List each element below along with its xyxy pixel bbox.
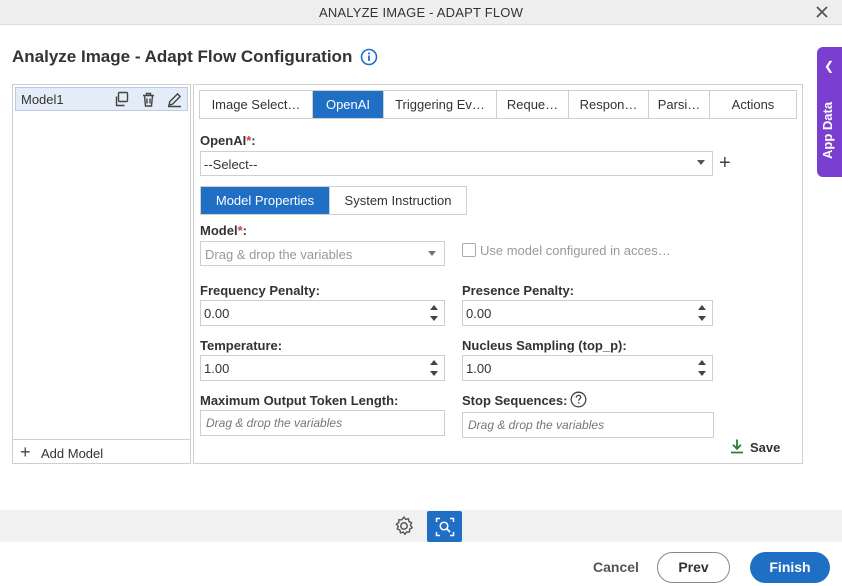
tab-request[interactable]: Reque… (497, 91, 569, 118)
close-icon[interactable] (812, 2, 832, 22)
openai-select-value: --Select-- (204, 157, 258, 172)
nucleus-sampling-value: 1.00 (466, 361, 492, 376)
nucleus-sampling-input[interactable]: 1.00 (462, 355, 713, 381)
model-list-item[interactable]: Model1 (15, 87, 188, 111)
nucleus-sampling-label: Nucleus Sampling (top_p): (462, 338, 627, 353)
temperature-input[interactable]: 1.00 (200, 355, 445, 381)
max-output-token-label: Maximum Output Token Length: (200, 393, 399, 408)
tab-actions[interactable]: Actions (710, 91, 796, 118)
tab-model-properties[interactable]: Model Properties (201, 187, 329, 214)
openai-select[interactable]: --Select-- (200, 151, 713, 176)
frequency-penalty-label: Frequency Penalty: (200, 283, 320, 298)
model-placeholder: Drag & drop the variables (205, 247, 353, 262)
plus-icon: + (20, 442, 31, 462)
spinner-icon[interactable] (698, 304, 706, 322)
tab-triggering-events[interactable]: Triggering Ev… (384, 91, 497, 118)
max-output-token-placeholder: Drag & drop the variables (206, 416, 343, 430)
tab-parsing[interactable]: Parsi… (649, 91, 710, 118)
spinner-icon[interactable] (430, 304, 438, 322)
stop-sequences-placeholder: Drag & drop the variables (468, 418, 605, 432)
temperature-value: 1.00 (204, 361, 230, 376)
presence-penalty-input[interactable]: 0.00 (462, 300, 713, 326)
configuration-panel: Image Select… OpenAI Triggering Ev… Requ… (193, 84, 803, 464)
bottom-toolbar (0, 510, 842, 542)
temperature-label: Temperature: (200, 338, 283, 353)
window-title: ANALYZE IMAGE - ADAPT FLOW (318, 5, 524, 20)
model-label: Model*: (200, 223, 247, 238)
delete-icon[interactable] (140, 91, 157, 108)
title-bar: ANALYZE IMAGE - ADAPT FLOW (0, 0, 842, 25)
image-search-icon (435, 517, 455, 537)
tab-image-selection[interactable]: Image Select… (200, 91, 313, 118)
analyze-image-button[interactable] (427, 511, 462, 542)
tab-openai[interactable]: OpenAI (313, 91, 384, 118)
spinner-icon[interactable] (698, 359, 706, 377)
max-output-token-dropzone[interactable]: Drag & drop the variables (200, 410, 445, 436)
cancel-button[interactable]: Cancel (593, 559, 639, 575)
chevron-down-icon (697, 160, 705, 165)
page-title: Analyze Image - Adapt Flow Configuration (12, 47, 353, 66)
app-data-label: App Data (820, 101, 835, 159)
tab-response[interactable]: Respon… (569, 91, 649, 118)
prev-button[interactable]: Prev (657, 552, 730, 583)
add-model-button[interactable]: + Add Model (13, 439, 190, 463)
stop-sequences-dropzone[interactable]: Drag & drop the variables (462, 412, 714, 438)
model-dropdown[interactable]: Drag & drop the variables (200, 241, 445, 266)
chevron-down-icon (428, 251, 436, 256)
frequency-penalty-value: 0.00 (204, 306, 230, 321)
download-icon (731, 439, 743, 454)
gear-icon[interactable] (393, 515, 415, 537)
openai-label: OpenAI*: (200, 133, 256, 148)
copy-icon[interactable] (113, 91, 130, 108)
info-icon[interactable] (360, 48, 378, 66)
save-label: Save (750, 440, 781, 455)
sub-tab-bar: Model Properties System Instruction (200, 186, 467, 215)
use-model-checkbox[interactable] (462, 243, 476, 257)
spinner-icon[interactable] (430, 359, 438, 377)
finish-button[interactable]: Finish (750, 552, 830, 583)
model-name: Model1 (21, 92, 64, 107)
stop-sequences-label: Stop Sequences: (462, 393, 568, 408)
help-icon[interactable] (570, 391, 587, 408)
tab-system-instruction[interactable]: System Instruction (329, 187, 466, 214)
tab-bar: Image Select… OpenAI Triggering Ev… Requ… (199, 90, 797, 119)
add-model-label: Add Model (41, 446, 104, 461)
frequency-penalty-input[interactable]: 0.00 (200, 300, 445, 326)
presence-penalty-value: 0.00 (466, 306, 492, 321)
add-connection-plus-icon[interactable]: + (719, 152, 731, 175)
presence-penalty-label: Presence Penalty: (462, 283, 575, 298)
edit-icon[interactable] (166, 91, 183, 108)
model-list-panel: Model1 + Add Model (12, 84, 191, 464)
app-data-panel-toggle[interactable]: ❮ App Data (817, 47, 842, 177)
use-model-checkbox-label: Use model configured in acces… (480, 243, 671, 258)
